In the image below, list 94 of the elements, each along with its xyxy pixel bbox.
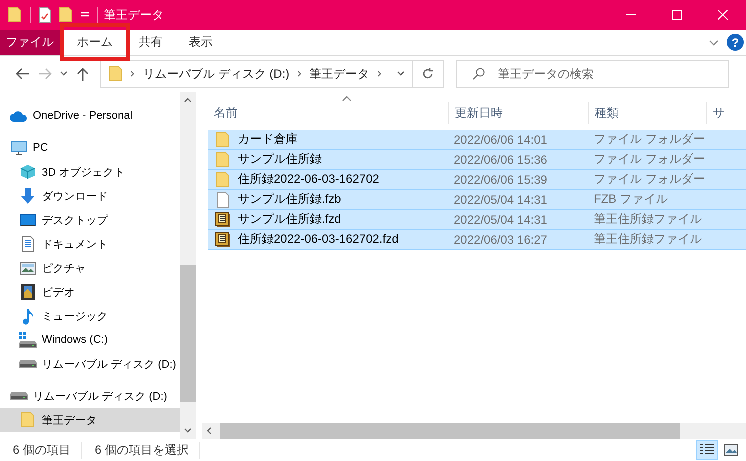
document-icon [22,236,34,252]
file-row[interactable]: サンプル住所録 2022/06/06 15:36 ファイル フォルダー [208,150,746,170]
chevron-icon [296,69,304,79]
customize-menu-icon[interactable] [81,11,89,19]
drive-icon [19,332,37,348]
computer-icon [11,140,27,156]
file-menu-tab[interactable]: ファイル [0,30,60,55]
nav-item[interactable]: ドキュメント [0,232,180,256]
file-name: サンプル住所録.fzd [238,211,342,228]
file-row[interactable]: 住所録2022-06-03-162702 2022/06/06 15:39 ファイル フォルダー [208,170,746,190]
folder-icon [21,412,35,428]
desktop-icon [20,214,36,226]
book-icon [215,212,231,228]
item-count: 6 個の項目 [0,442,82,458]
nav-item[interactable]: ビデオ [0,280,180,304]
maximize-icon [672,10,682,20]
up-arrow-icon [77,67,89,81]
properties-icon[interactable] [39,7,51,23]
drive-icon [19,360,37,368]
nav-item[interactable]: デスクトップ [0,208,180,232]
table-cell-text: 2022/05/04 14:31 [453,212,548,228]
table-cell-text: ファイル フォルダー [593,131,706,148]
search-icon [473,68,485,80]
table-cell-text: 2022/06/06 15:36 [453,152,548,168]
table-cell-text: 2022/05/04 14:31 [453,192,548,208]
chevron-icon [376,69,384,79]
refresh-icon[interactable] [422,68,434,80]
folder-icon [216,132,230,148]
folder-icon [109,66,123,82]
file-name: サンプル住所録 [238,151,322,168]
chevron-icon [129,69,137,79]
folder-icon [216,172,230,188]
address-bar[interactable]: リムーバブル ディスク (D:) 筆王データ [100,60,444,88]
forward-arrow-icon [38,68,52,80]
window-title: 筆王データ [104,6,164,24]
drive-icon [10,392,28,400]
table-cell-text: 2022/06/06 15:39 [453,172,548,188]
selection-count: 6 個の項目を選択 [82,442,200,458]
expand-ribbon-icon [709,38,719,48]
file-row[interactable]: サンプル住所録.fzb 2022/05/04 14:31 FZB ファイル [208,190,746,210]
view-button[interactable] [696,440,718,460]
file-row[interactable]: カード倉庫 2022/06/06 14:01 ファイル フォルダー [208,130,746,150]
ribbon-tab[interactable]: 共有 [126,30,176,55]
nav-item[interactable]: OneDrive - Personal [0,104,180,128]
table-cell-text: 2022/06/06 14:01 [453,132,548,148]
nav-item[interactable]: 3D オブジェクト [0,160,180,184]
cube-icon [20,164,36,180]
vertical-scrollbar[interactable] [180,92,196,439]
search-field[interactable]: 筆王データの検索 [456,60,729,88]
column-header[interactable]: 名前 [208,102,448,124]
book-icon [215,232,231,248]
details-view-icon [700,444,714,456]
nav-item[interactable]: ダウンロード [0,184,180,208]
new-folder-icon [59,7,73,23]
ribbon-tab[interactable]: ホーム [64,30,126,55]
nav-item[interactable]: リムーバブル ディスク (D:) [0,384,180,408]
nav-item[interactable]: ミュージック [0,304,180,328]
film-icon [21,284,35,300]
file-name: カード倉庫 [238,131,298,148]
nav-item[interactable]: 筆王データ [0,408,180,432]
file-name: 住所録2022-06-03-162702 [238,171,380,188]
column-header[interactable]: 種類 [588,102,706,124]
nav-item[interactable]: PC [0,136,180,160]
table-cell-text: FZB ファイル [593,191,669,208]
caret-icon [60,71,68,77]
help-button[interactable]: ? [727,34,744,51]
table-cell-text: ファイル フォルダー [593,171,706,188]
file-row[interactable]: サンプル住所録.fzd 2022/05/04 14:31 筆王住所録ファイル [208,210,746,230]
music-note-icon [22,308,34,324]
picture-icon [20,262,36,274]
column-header[interactable]: 更新日時 [448,102,588,124]
nav-item[interactable]: リムーバブル ディスク (D:) [0,352,180,376]
table-cell-text: ファイル フォルダー [593,151,706,168]
file-name: 住所録2022-06-03-162702.fzd [238,231,399,248]
table-cell-text: 2022/06/03 16:27 [453,232,548,248]
folder-icon [216,152,230,168]
breadcrumb-item[interactable]: 筆王データ [310,66,370,82]
file-row[interactable]: 住所録2022-06-03-162702.fzd 2022/06/03 16:27 筆王住所録ファイル [208,230,746,250]
back-arrow-icon [16,68,30,80]
file-icon [217,192,229,208]
close-icon [718,10,728,20]
table-cell-text: 筆王住所録ファイル [593,211,703,228]
ribbon-tab[interactable]: 表示 [176,30,226,55]
column-header[interactable]: サ [706,102,746,124]
breadcrumb-item[interactable]: リムーバブル ディスク (D:) [143,66,290,82]
horizontal-scrollbar[interactable] [202,423,746,439]
thumbnail-view-icon [724,444,738,456]
nav-item[interactable]: Windows (C:) [0,328,180,352]
cloud-icon [10,110,28,122]
nav-item[interactable]: ピクチャ [0,256,180,280]
file-name: サンプル住所録.fzb [238,191,342,208]
folder-icon [8,7,22,23]
download-arrow-icon [21,188,35,204]
table-cell-text: 筆王住所録ファイル [593,231,703,248]
